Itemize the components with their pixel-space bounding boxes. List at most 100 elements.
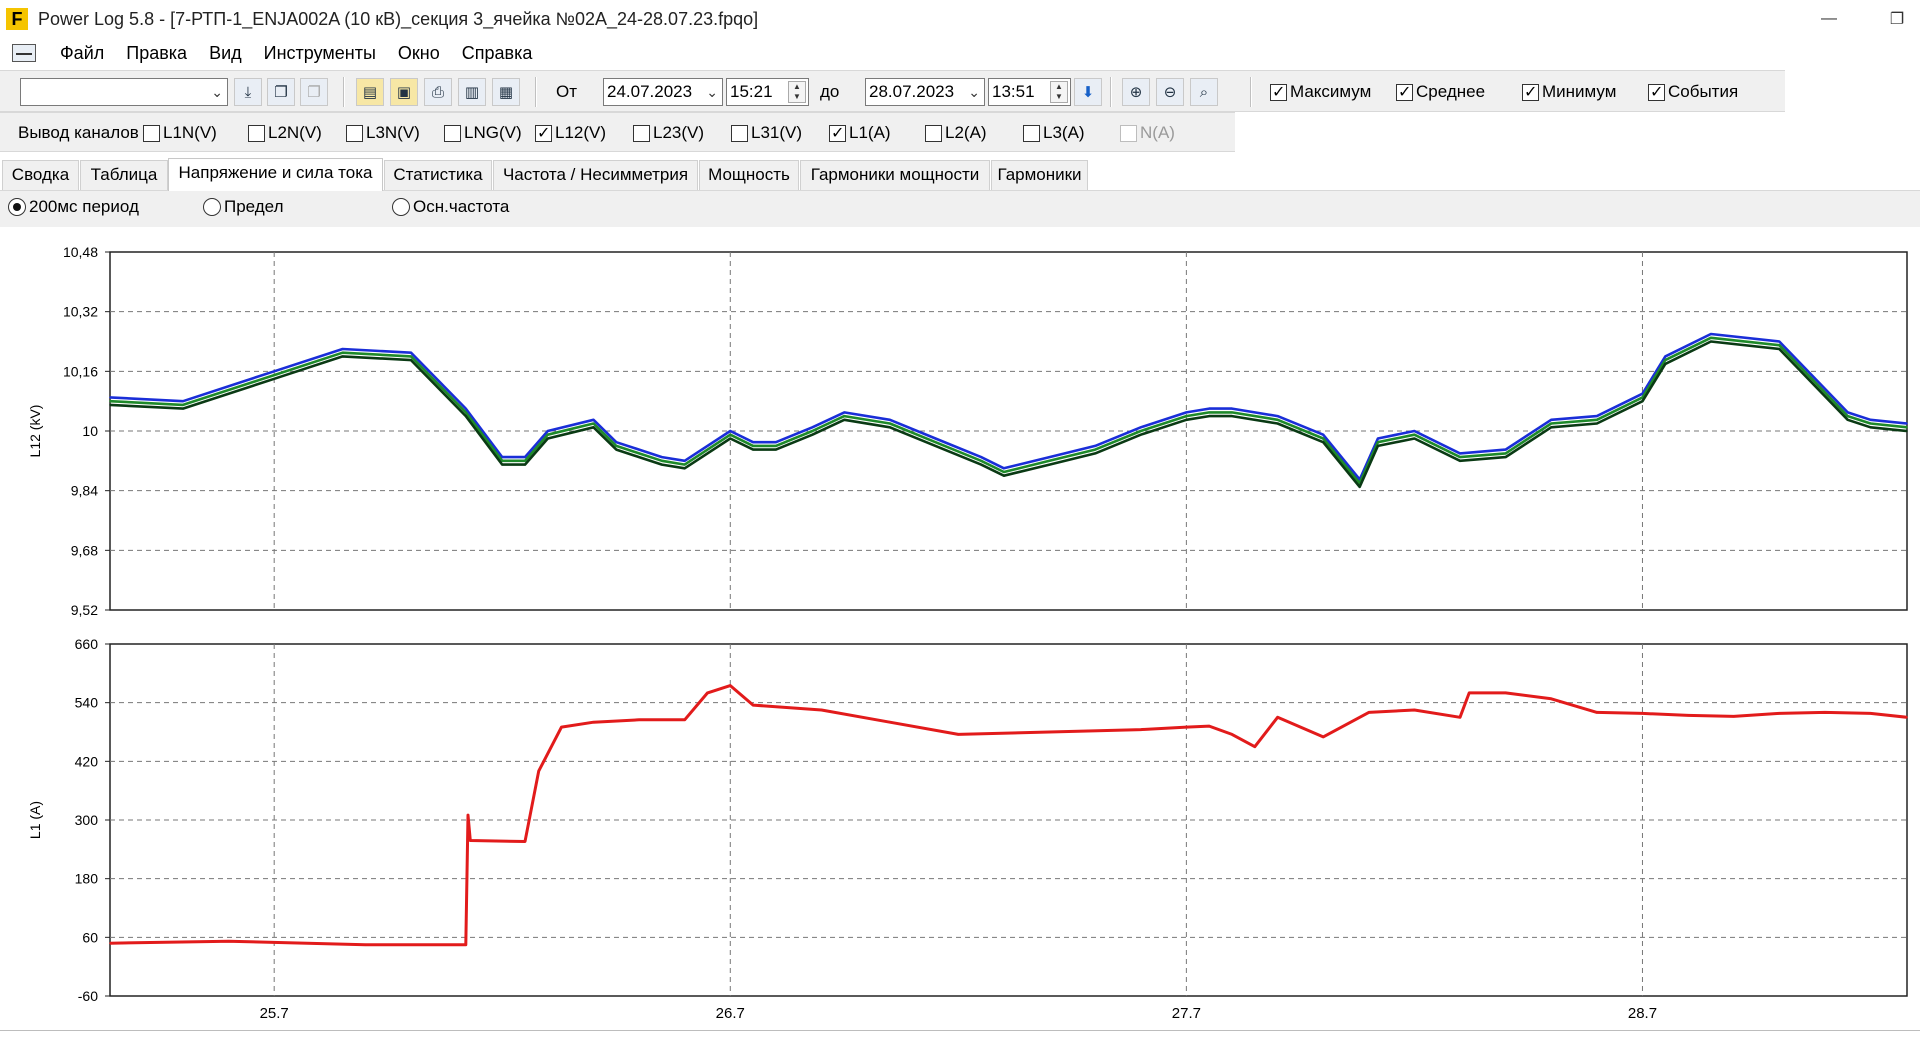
data-point bbox=[1358, 486, 1361, 488]
channel-l31v[interactable]: L31(V) bbox=[731, 123, 802, 143]
data-point bbox=[1231, 411, 1233, 414]
copy-icon[interactable]: ❐ bbox=[267, 78, 295, 106]
data-point bbox=[273, 374, 276, 376]
channel-checkbox[interactable] bbox=[925, 124, 942, 142]
data-point bbox=[1641, 712, 1644, 715]
data-point bbox=[638, 719, 640, 721]
apply-arrow-icon[interactable]: ⬇ bbox=[1074, 78, 1102, 106]
charts-panel: 10,48 10,32 10,16 10 9,84 9,68 9,52 L12 (kV) 660… bbox=[0, 228, 1920, 1033]
data-point bbox=[1504, 448, 1507, 451]
check-events[interactable]: События bbox=[1648, 82, 1738, 102]
to-time-input[interactable]: 13:51 ▲ ▼ bbox=[988, 78, 1071, 106]
data-point bbox=[1413, 709, 1416, 711]
data-point bbox=[752, 448, 754, 451]
channel-checkbox[interactable] bbox=[143, 124, 160, 142]
radio-limit[interactable]: Предел bbox=[203, 197, 283, 217]
menu-help[interactable]: Справка bbox=[462, 43, 533, 64]
data-point bbox=[1231, 733, 1233, 736]
tab-harmonics[interactable]: Гармоники bbox=[991, 160, 1088, 190]
to-date-picker[interactable]: 28.07.2023 ⌄ bbox=[865, 78, 985, 106]
channel-label: L3(A) bbox=[1043, 123, 1085, 142]
data-point bbox=[1504, 692, 1507, 694]
channel-checkbox[interactable] bbox=[829, 123, 846, 143]
zoom-out-icon[interactable]: ⊖ bbox=[1156, 78, 1184, 106]
zoom-in-icon[interactable]: ⊕ bbox=[1122, 78, 1150, 106]
data-point bbox=[182, 400, 184, 402]
data-point bbox=[501, 460, 504, 462]
document-system-menu-icon[interactable] bbox=[12, 44, 36, 62]
channel-checkbox[interactable] bbox=[346, 124, 363, 142]
check-maximum[interactable]: Максимум bbox=[1270, 82, 1371, 102]
checkbox-minimum[interactable] bbox=[1522, 82, 1539, 102]
channel-l3nv[interactable]: L3N(V) bbox=[346, 123, 420, 143]
channel-l12v[interactable]: L12(V) bbox=[535, 123, 606, 143]
channel-checkbox[interactable] bbox=[731, 124, 748, 142]
channel-checkbox[interactable] bbox=[248, 124, 265, 142]
tab-power-harmonics[interactable]: Гармоники мощности bbox=[800, 160, 990, 190]
channel-checkbox[interactable] bbox=[633, 124, 650, 142]
channel-l2nv[interactable]: L2N(V) bbox=[248, 123, 322, 143]
menu-view[interactable]: Вид bbox=[209, 43, 242, 64]
data-point bbox=[1596, 419, 1598, 421]
print-preview-icon[interactable]: ▥ bbox=[458, 78, 486, 106]
data-point bbox=[592, 426, 595, 429]
checkbox-average[interactable] bbox=[1396, 82, 1413, 102]
radio-fundamental[interactable]: Осн.частота bbox=[392, 197, 509, 217]
maximize-icon[interactable]: ❐ bbox=[1874, 0, 1920, 38]
checkbox-events[interactable] bbox=[1648, 82, 1665, 102]
data-point bbox=[1048, 731, 1051, 733]
channel-checkbox[interactable] bbox=[444, 124, 461, 142]
y-tick-label: 60 bbox=[82, 929, 98, 945]
y-tick-label: -60 bbox=[78, 988, 98, 1004]
check-minimum[interactable]: Минимум bbox=[1522, 82, 1616, 102]
export-icon[interactable]: ▦ bbox=[492, 78, 520, 106]
download-icon[interactable]: ⤓ bbox=[234, 78, 262, 106]
data-point bbox=[752, 445, 754, 447]
data-point bbox=[465, 943, 467, 946]
channel-l2a[interactable]: L2(A) bbox=[925, 123, 987, 143]
radio-200ms[interactable]: 200мс период bbox=[8, 197, 139, 217]
radio-limit-dot[interactable] bbox=[203, 198, 221, 216]
tab-summary[interactable]: Сводка bbox=[2, 160, 79, 190]
radio-fundamental-dot[interactable] bbox=[392, 198, 410, 216]
from-time-spinner[interactable]: ▲ ▼ bbox=[788, 81, 806, 103]
file-select-combo[interactable]: ⌄ bbox=[20, 78, 228, 106]
menu-tools[interactable]: Инструменты bbox=[264, 43, 376, 64]
check-maximum-label: Максимум bbox=[1290, 82, 1372, 101]
print-icon[interactable]: ⎙ bbox=[424, 78, 452, 106]
minimize-icon[interactable]: — bbox=[1806, 0, 1852, 38]
data-point bbox=[775, 445, 777, 447]
tab-table[interactable]: Таблица bbox=[80, 160, 168, 190]
menu-file[interactable]: Файл bbox=[60, 43, 104, 64]
channel-checkbox[interactable] bbox=[535, 123, 552, 143]
from-time-input[interactable]: 15:21 ▲ ▼ bbox=[726, 78, 809, 106]
data-point bbox=[1048, 460, 1051, 462]
data-point bbox=[1710, 333, 1712, 335]
to-time-spinner[interactable]: ▲ ▼ bbox=[1050, 81, 1068, 103]
tab-power[interactable]: Мощность bbox=[699, 160, 799, 190]
from-time-value: 15:21 bbox=[730, 82, 773, 101]
save-icon[interactable]: ▣ bbox=[390, 78, 418, 106]
data-point bbox=[1048, 463, 1051, 466]
radio-200ms-dot[interactable] bbox=[8, 198, 26, 216]
data-point bbox=[638, 452, 640, 455]
channel-l23v[interactable]: L23(V) bbox=[633, 123, 704, 143]
zoom-fit-icon[interactable]: ⌕ bbox=[1190, 78, 1218, 106]
channel-checkbox[interactable] bbox=[1023, 124, 1040, 142]
data-point bbox=[1596, 415, 1598, 417]
open-file-icon[interactable]: ▤ bbox=[356, 78, 384, 106]
tab-voltage-current[interactable]: Напряжение и сила тока bbox=[168, 158, 383, 191]
checkbox-maximum[interactable] bbox=[1270, 82, 1287, 102]
y-tick-label: 10,32 bbox=[63, 304, 98, 320]
tab-frequency-unbalance[interactable]: Частота / Несимметрия bbox=[493, 160, 698, 190]
channel-l1nv[interactable]: L1N(V) bbox=[143, 123, 217, 143]
tab-statistics[interactable]: Статистика bbox=[384, 160, 492, 190]
channel-l1a[interactable]: L1(A) bbox=[829, 123, 891, 143]
channel-lngv[interactable]: LNG(V) bbox=[444, 123, 522, 143]
channel-l3a[interactable]: L3(A) bbox=[1023, 123, 1085, 143]
check-average[interactable]: Среднее bbox=[1396, 82, 1485, 102]
menu-edit[interactable]: Правка bbox=[126, 43, 187, 64]
data-point bbox=[182, 404, 184, 406]
menu-window[interactable]: Окно bbox=[398, 43, 440, 64]
from-date-picker[interactable]: 24.07.2023 ⌄ bbox=[603, 78, 723, 106]
